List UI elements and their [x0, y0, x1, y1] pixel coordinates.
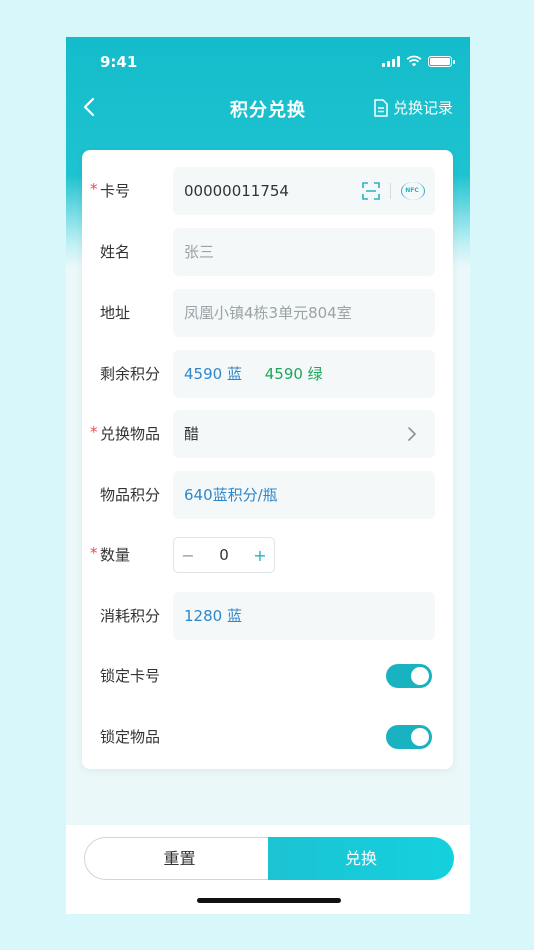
item-points-row: 物品积分 640蓝积分/瓶 — [82, 471, 453, 519]
remaining-points-row: 剩余积分 4590 蓝 4590 绿 — [82, 350, 453, 398]
signal-icon — [382, 55, 400, 67]
remaining-points-label: 剩余积分 — [100, 365, 161, 383]
status-icons — [382, 55, 455, 67]
name-label: 姓名 — [100, 243, 131, 261]
required-mark: * — [90, 423, 98, 441]
item-select[interactable]: 醋 — [173, 410, 435, 458]
address-label: 地址 — [100, 304, 131, 322]
home-indicator — [197, 898, 341, 903]
increase-button[interactable]: + — [246, 546, 274, 565]
chevron-right-icon — [408, 427, 417, 441]
remaining-green-points: 4590 绿 — [264, 365, 323, 383]
reset-button[interactable]: 重置 — [84, 837, 274, 880]
card-number-label: 卡号 — [100, 182, 131, 200]
name-row: 姓名 张三 — [82, 228, 453, 276]
icon-divider — [390, 183, 391, 199]
exchange-record-button[interactable]: 兑换记录 — [373, 97, 453, 118]
consumed-points-field: 1280 蓝 — [173, 592, 435, 640]
exchange-form-card: * 卡号 00000011754 NFC 姓名 张三 地址 凤凰小镇4栋3单元8… — [82, 150, 453, 769]
quantity-row: * 数量 − 0 + — [82, 531, 453, 579]
exchange-button[interactable]: 兑换 — [268, 837, 454, 880]
wifi-icon — [406, 55, 422, 67]
item-points-field: 640蓝积分/瓶 — [173, 471, 435, 519]
battery-icon — [428, 55, 455, 67]
nav-bar: 积分兑换 兑换记录 — [66, 87, 470, 129]
card-number-field[interactable]: 00000011754 NFC — [173, 167, 435, 215]
item-row: * 兑换物品 醋 — [82, 410, 453, 458]
lock-item-row: 锁定物品 — [82, 713, 453, 761]
consumed-points-label: 消耗积分 — [100, 607, 161, 625]
card-number-value: 00000011754 — [184, 182, 289, 200]
item-label: 兑换物品 — [100, 425, 161, 443]
status-time: 9:41 — [100, 53, 138, 71]
decrease-button[interactable]: − — [174, 546, 202, 565]
nfc-icon[interactable]: NFC — [401, 180, 425, 202]
document-icon — [374, 98, 388, 117]
toggle-knob — [411, 667, 429, 685]
required-mark: * — [90, 544, 98, 562]
lock-item-label: 锁定物品 — [100, 728, 161, 746]
lock-item-toggle[interactable] — [386, 725, 432, 749]
phone-screen: 9:41 积分兑换 兑换记录 * 卡号 00000011754 NFC 姓名 张… — [66, 37, 470, 914]
status-bar: 9:41 — [66, 37, 470, 87]
toggle-knob — [411, 728, 429, 746]
item-points-label: 物品积分 — [100, 486, 161, 504]
bottom-action-bar: 重置 兑换 — [66, 825, 470, 914]
quantity-stepper: − 0 + — [173, 537, 275, 573]
item-value: 醋 — [184, 425, 200, 443]
consumed-points-row: 消耗积分 1280 蓝 — [82, 592, 453, 640]
scan-icon[interactable] — [362, 182, 380, 200]
exchange-record-label: 兑换记录 — [392, 99, 453, 117]
lock-card-label: 锁定卡号 — [100, 667, 161, 685]
quantity-label: 数量 — [100, 546, 131, 564]
name-field[interactable]: 张三 — [173, 228, 435, 276]
lock-card-row: 锁定卡号 — [82, 652, 453, 700]
card-number-row: * 卡号 00000011754 NFC — [82, 167, 453, 215]
remaining-points-field: 4590 蓝 4590 绿 — [173, 350, 435, 398]
remaining-blue-points: 4590 蓝 — [184, 365, 242, 383]
required-mark: * — [90, 180, 98, 198]
card-number-actions: NFC — [362, 180, 425, 202]
address-field[interactable]: 凤凰小镇4栋3单元804室 — [173, 289, 435, 337]
lock-card-toggle[interactable] — [386, 664, 432, 688]
address-row: 地址 凤凰小镇4栋3单元804室 — [82, 289, 453, 337]
quantity-value[interactable]: 0 — [202, 546, 246, 564]
